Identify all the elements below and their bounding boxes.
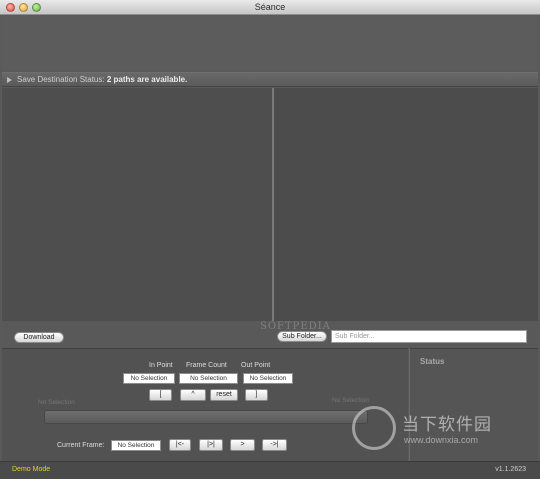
mark-in-button[interactable]: [: [149, 389, 172, 401]
frame-controls-panel: In Point Frame Count Out Point No Select…: [2, 348, 408, 461]
sub-folder-button[interactable]: Sub Folder...: [277, 331, 327, 342]
up-button[interactable]: ^: [180, 389, 206, 401]
app-window: Séance Save Destination Status: 2 paths …: [0, 0, 540, 479]
current-frame-field[interactable]: No Selection: [111, 440, 161, 451]
watermark-text: 当下软件园: [402, 415, 492, 435]
save-destination-status: Save Destination Status: 2 paths are ava…: [17, 75, 187, 84]
out-point-label: Out Point: [241, 362, 271, 369]
next-frame-button[interactable]: >: [230, 439, 255, 451]
play-pause-button[interactable]: |>|: [199, 439, 223, 451]
footer-bar: Demo Mode v1.1.2623: [0, 461, 540, 479]
reset-button[interactable]: reset: [210, 389, 238, 401]
status-value: 2 paths are available.: [106, 75, 188, 84]
frame-count-field[interactable]: No Selection: [179, 373, 238, 384]
camera-list-pane[interactable]: [2, 88, 272, 321]
save-destination-status-bar[interactable]: Save Destination Status: 2 paths are ava…: [2, 72, 538, 87]
go-to-end-button[interactable]: ->|: [262, 439, 287, 451]
in-point-field[interactable]: No Selection: [123, 373, 175, 384]
window-title: Séance: [254, 2, 286, 12]
current-frame-label: Current Frame:: [57, 442, 105, 449]
timeline-start-label: No Selection: [38, 399, 75, 406]
go-to-start-button[interactable]: |<-: [169, 439, 191, 451]
top-panel: [2, 16, 538, 71]
preview-pane[interactable]: [274, 88, 538, 321]
watermark-url: www.downxia.com: [404, 435, 479, 445]
status-panel-title: Status: [420, 357, 445, 366]
sub-folder-input[interactable]: Sub Folder...: [331, 330, 527, 343]
timeline-scrubber[interactable]: [44, 410, 368, 424]
mark-out-button[interactable]: ]: [245, 389, 268, 401]
title-bar[interactable]: Séance: [0, 0, 540, 15]
timeline-end-label: No Selection: [332, 397, 369, 404]
out-point-field[interactable]: No Selection: [243, 373, 293, 384]
in-point-label: In Point: [149, 362, 173, 369]
logo-icon: [352, 406, 396, 450]
status-label: Save Destination Status:: [17, 75, 105, 84]
demo-mode-label: Demo Mode: [12, 466, 51, 473]
site-watermark: 当下软件园 www.downxia.com: [352, 404, 538, 460]
download-toolbar: Download SOFTPEDIA Sub Folder... Sub Fol…: [2, 321, 538, 347]
disclosure-triangle-icon[interactable]: [7, 77, 12, 83]
frame-count-label: Frame Count: [186, 362, 227, 369]
version-label: v1.1.2623: [495, 466, 526, 473]
download-button[interactable]: Download: [14, 332, 64, 343]
